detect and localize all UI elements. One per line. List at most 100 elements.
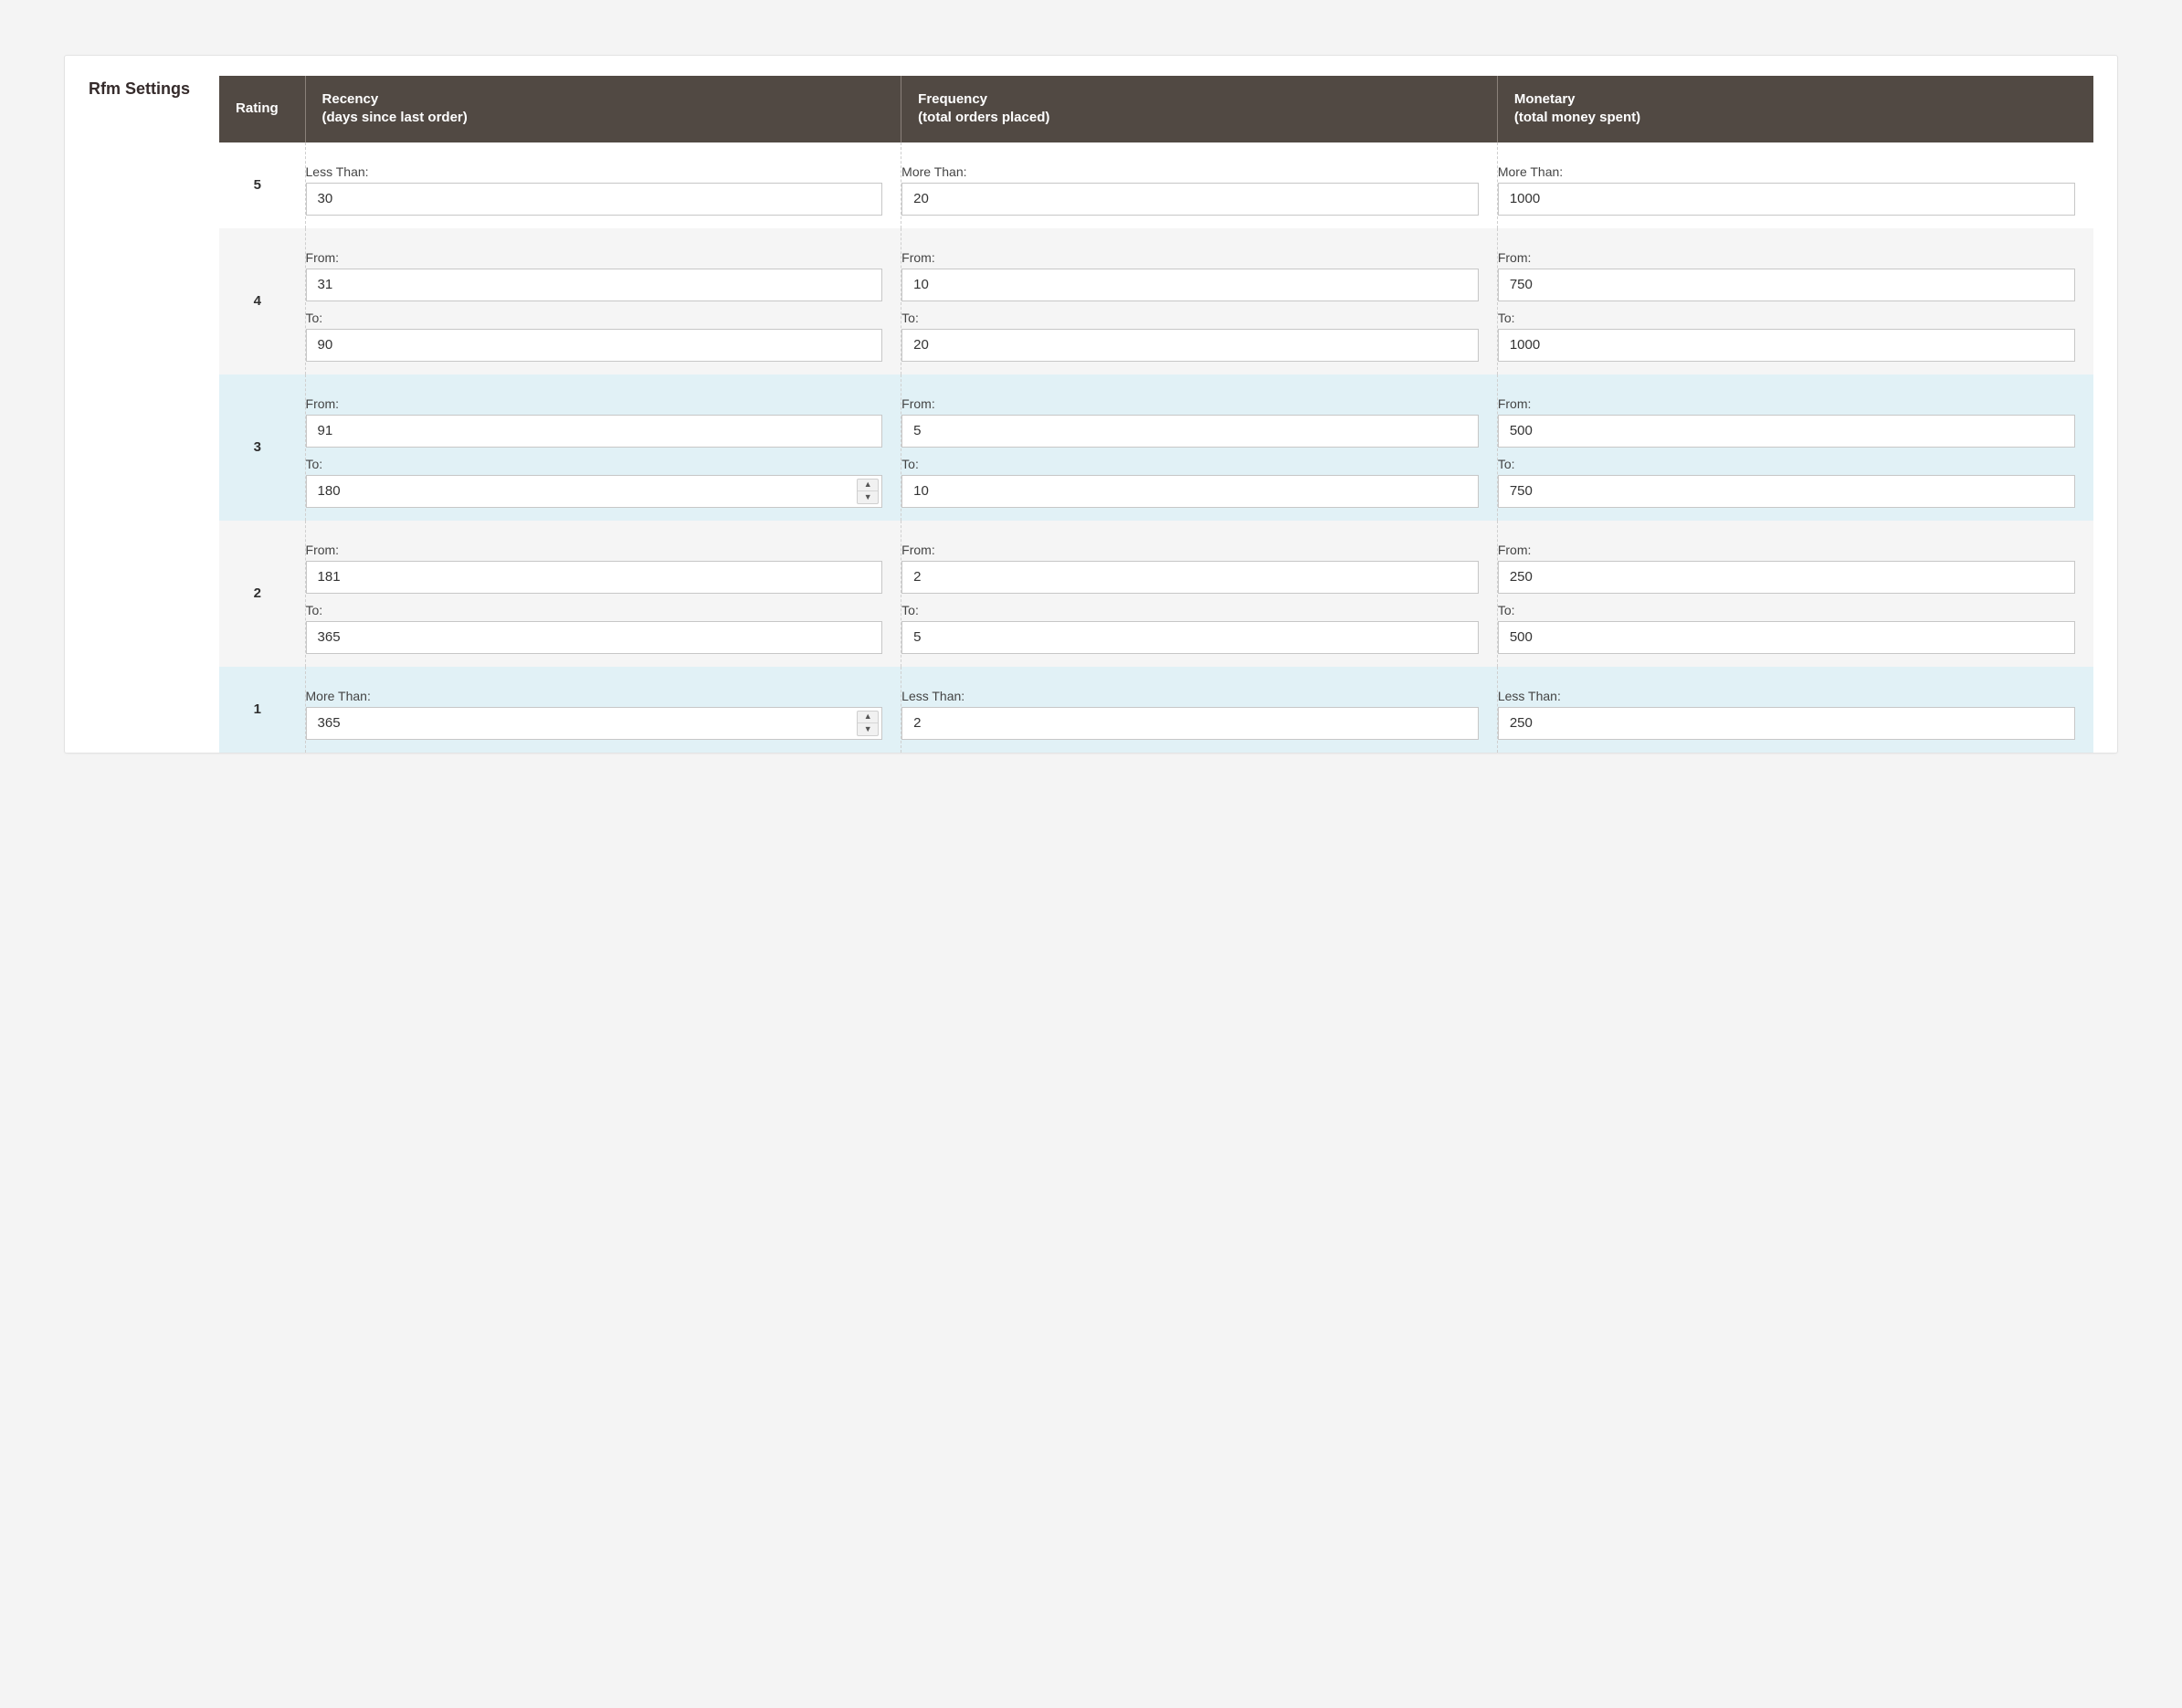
header-rating: Rating: [219, 76, 305, 142]
field-block: To:: [901, 594, 1488, 654]
field-block: Less Than:: [901, 680, 1488, 740]
monetary-cell: More Than:: [1497, 142, 2093, 228]
rfm-settings-panel: Rfm Settings Rating Recency (days since …: [64, 55, 2118, 754]
frequency-from-input[interactable]: [901, 269, 1479, 301]
monetary-cell: From: To:: [1497, 228, 2093, 374]
field-label: From:: [1498, 543, 2075, 557]
monetary-to-input[interactable]: [1498, 475, 2075, 508]
field-label: To:: [901, 603, 1479, 617]
field-label: To:: [901, 311, 1479, 325]
spinner-up-button[interactable]: ▲: [858, 712, 878, 724]
recency-cell: From: To: ▲▼: [305, 374, 901, 521]
field-label: More Than:: [901, 164, 1479, 179]
field-block: More Than:: [901, 155, 1488, 216]
field-label: Less Than:: [306, 164, 883, 179]
field-block: To:: [901, 301, 1488, 362]
field-block: From:: [901, 533, 1488, 594]
rating-cell: 5: [219, 142, 305, 228]
monetary-from-input[interactable]: [1498, 561, 2075, 594]
field-label: From:: [1498, 396, 2075, 411]
field-block: To:: [901, 448, 1488, 508]
table-row: 1More Than: ▲▼ Less Than: Less Than:: [219, 667, 2093, 753]
recency-cell: From: To:: [305, 521, 901, 667]
recency-cell: Less Than:: [305, 142, 901, 228]
field-label: To:: [306, 311, 883, 325]
field-label: From:: [1498, 250, 2075, 265]
spinner-down-button[interactable]: ▼: [858, 723, 878, 735]
recency-to-input[interactable]: [306, 475, 883, 508]
frequency-to-input[interactable]: [901, 329, 1479, 362]
header-recency-title: Recency: [322, 91, 379, 107]
field-block: From:: [1498, 533, 2084, 594]
recency-less-than-input[interactable]: [306, 183, 883, 216]
table-row: 5 Less Than: More Than: More Than:: [219, 142, 2093, 228]
field-block: From:: [306, 387, 892, 448]
frequency-cell: From: To:: [901, 228, 1498, 374]
frequency-cell: From: To:: [901, 521, 1498, 667]
monetary-more-than-input[interactable]: [1498, 183, 2075, 216]
frequency-to-input[interactable]: [901, 475, 1479, 508]
field-label: From:: [901, 396, 1479, 411]
field-block: From:: [901, 387, 1488, 448]
frequency-from-input[interactable]: [901, 415, 1479, 448]
monetary-from-input[interactable]: [1498, 269, 2075, 301]
recency-to-input[interactable]: [306, 329, 883, 362]
field-label: From:: [901, 543, 1479, 557]
rating-cell: 3: [219, 374, 305, 521]
rating-cell: 2: [219, 521, 305, 667]
field-label: To:: [1498, 457, 2075, 471]
field-label: From:: [306, 543, 883, 557]
frequency-from-input[interactable]: [901, 561, 1479, 594]
field-label: More Than:: [306, 689, 883, 703]
spinner-down-button[interactable]: ▼: [858, 491, 878, 503]
field-block: To:: [1498, 448, 2084, 508]
field-block: From:: [1498, 387, 2084, 448]
field-block: From:: [306, 533, 892, 594]
header-monetary-title: Monetary: [1514, 91, 1576, 107]
header-frequency: Frequency (total orders placed): [901, 76, 1498, 142]
field-label: Less Than:: [901, 689, 1479, 703]
frequency-cell: From: To:: [901, 374, 1498, 521]
header-recency: Recency (days since last order): [305, 76, 901, 142]
field-label: To:: [306, 457, 883, 471]
frequency-more-than-input[interactable]: [901, 183, 1479, 216]
field-label: To:: [1498, 603, 2075, 617]
number-spinner[interactable]: ▲▼: [857, 479, 879, 504]
table-row: 3From:To:▲▼From:To:From:To:: [219, 374, 2093, 521]
field-label: To:: [1498, 311, 2075, 325]
field-label: From:: [306, 250, 883, 265]
field-label: To:: [306, 603, 883, 617]
field-block: To:: [1498, 594, 2084, 654]
monetary-less-than-input[interactable]: [1498, 707, 2075, 740]
monetary-from-input[interactable]: [1498, 415, 2075, 448]
rating-cell: 4: [219, 228, 305, 374]
recency-cell: From: To:: [305, 228, 901, 374]
monetary-cell: Less Than:: [1497, 667, 2093, 753]
rating-value: 3: [254, 439, 261, 455]
monetary-to-input[interactable]: [1498, 621, 2075, 654]
frequency-to-input[interactable]: [901, 621, 1479, 654]
monetary-cell: From: To:: [1497, 374, 2093, 521]
number-spinner[interactable]: ▲▼: [857, 711, 879, 736]
recency-to-input[interactable]: [306, 621, 883, 654]
monetary-to-input[interactable]: [1498, 329, 2075, 362]
field-block: Less Than:: [306, 155, 892, 216]
spinner-up-button[interactable]: ▲: [858, 480, 878, 492]
frequency-cell: Less Than:: [901, 667, 1498, 753]
header-rating-label: Rating: [236, 100, 279, 116]
recency-from-input[interactable]: [306, 561, 883, 594]
field-block: From:: [901, 241, 1488, 301]
field-block: More Than:: [1498, 155, 2084, 216]
recency-from-input[interactable]: [306, 269, 883, 301]
header-frequency-sub: (total orders placed): [918, 110, 1049, 125]
header-monetary-sub: (total money spent): [1514, 110, 1640, 125]
rating-value: 4: [254, 293, 261, 309]
recency-from-input[interactable]: [306, 415, 883, 448]
rating-value: 5: [254, 177, 261, 193]
table-row: 4 From: To: From: To: From: To:: [219, 228, 2093, 374]
recency-more-than-input[interactable]: [306, 707, 883, 740]
frequency-less-than-input[interactable]: [901, 707, 1479, 740]
field-block: Less Than:: [1498, 680, 2084, 740]
rating-cell: 1: [219, 667, 305, 753]
panel-title: Rfm Settings: [89, 76, 190, 99]
